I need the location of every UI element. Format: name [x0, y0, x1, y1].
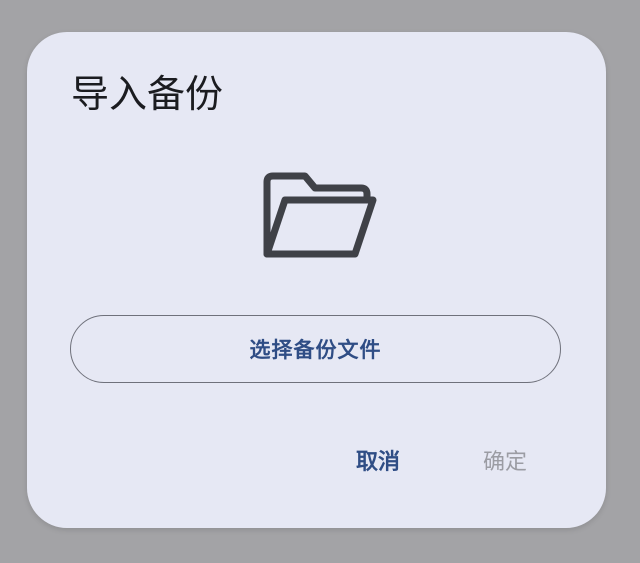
- cancel-button[interactable]: 取消: [345, 442, 411, 478]
- dialog-title: 导入备份: [71, 72, 224, 116]
- folder-open-icon: [263, 172, 377, 258]
- select-backup-file-button[interactable]: 选择备份文件: [70, 315, 561, 383]
- confirm-button[interactable]: 确定: [472, 442, 538, 478]
- import-backup-dialog: 导入备份 选择备份文件 取消 确定: [27, 32, 606, 528]
